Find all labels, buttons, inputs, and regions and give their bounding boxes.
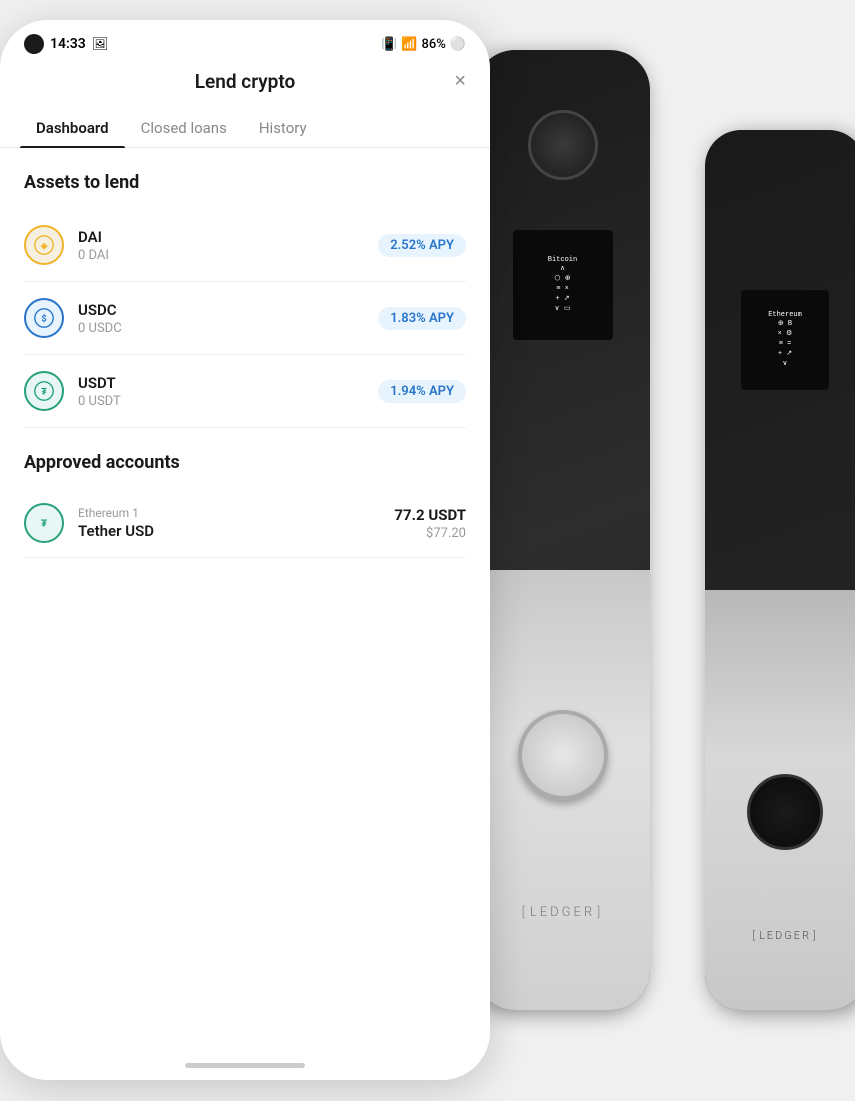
- close-button[interactable]: ×: [454, 70, 466, 93]
- tab-history[interactable]: History: [243, 109, 323, 147]
- svg-text:₮: ₮: [41, 388, 47, 398]
- dai-icon: ◈: [24, 225, 64, 265]
- status-left: 14:33 🖼: [24, 34, 108, 54]
- svg-text:₮: ₮: [41, 519, 48, 530]
- tether-amount: 77.2 USDT $77.20: [394, 506, 466, 541]
- tether-usd-value: $77.20: [394, 526, 466, 541]
- status-right: 📳 📶 86% ⚪: [381, 37, 466, 52]
- ledger-back-button: [747, 774, 823, 850]
- ledger-logo-front: LEDGER: [522, 905, 604, 920]
- ledger-bottom-button: [518, 710, 608, 800]
- usdc-name: USDC: [78, 301, 378, 319]
- tether-usdt-value: 77.2 USDT: [394, 506, 466, 524]
- ledger-back-screen: Ethereum ⊕ B × ⚙ ≡ = + ↗ ∨: [741, 290, 829, 390]
- ledger-logo-back: LEDGER: [752, 929, 817, 942]
- phone-shell: 14:33 🖼 📳 📶 86% ⚪ Lend crypto × Dashboar…: [0, 20, 490, 1080]
- ledger-screen: Bitcoin ∧ ⬡ ⊕ ≡ × + ↗ ∨ ▭: [513, 230, 613, 340]
- camera-dot: [24, 34, 44, 54]
- usdc-info: USDC 0 USDC: [78, 301, 378, 336]
- asset-item-usdt[interactable]: ₮ USDT 0 USDT 1.94% APY: [24, 355, 466, 428]
- battery-icon: ⚪: [450, 37, 466, 52]
- ledger-devices: Bitcoin ∧ ⬡ ⊕ ≡ × + ↗ ∨ ▭ LEDGER Ethe: [455, 50, 855, 1030]
- signal-icon: 📶: [401, 37, 417, 52]
- ledger-back-silver: LEDGER: [705, 590, 855, 1010]
- usdc-balance: 0 USDC: [78, 321, 378, 336]
- home-indicator: [185, 1063, 305, 1068]
- tether-usd-icon: ₮: [24, 503, 64, 543]
- ledger-top-button: [528, 110, 598, 180]
- tab-dashboard[interactable]: Dashboard: [20, 109, 125, 147]
- usdt-icon: ₮: [24, 371, 64, 411]
- status-bar: 14:33 🖼 📳 📶 86% ⚪: [0, 20, 490, 62]
- ledger-silver-bottom: LEDGER: [475, 570, 650, 1010]
- status-time: 14:33: [50, 36, 86, 52]
- assets-section-title: Assets to lend: [24, 172, 466, 193]
- content-area: Assets to lend ◈ DAI 0 DAI 2.52% APY $: [0, 148, 490, 1048]
- dai-info: DAI 0 DAI: [78, 228, 378, 263]
- dai-apy: 2.52% APY: [378, 234, 466, 257]
- dai-name: DAI: [78, 228, 378, 246]
- ledger-device-back: Ethereum ⊕ B × ⚙ ≡ = + ↗ ∨ LEDGER: [705, 130, 855, 1010]
- svg-text:$: $: [41, 314, 46, 325]
- header: Lend crypto ×: [0, 62, 490, 93]
- approved-item-tether[interactable]: ₮ Ethereum 1 Tether USD 77.2 USDT $77.20: [24, 489, 466, 558]
- asset-item-usdc[interactable]: $ USDC 0 USDC 1.83% APY: [24, 282, 466, 355]
- dai-balance: 0 DAI: [78, 248, 378, 263]
- tab-bar: Dashboard Closed loans History: [0, 109, 490, 148]
- usdt-balance: 0 USDT: [78, 394, 378, 409]
- usdc-icon: $: [24, 298, 64, 338]
- tether-name: Tether USD: [78, 522, 394, 540]
- usdc-apy: 1.83% APY: [378, 307, 466, 330]
- photo-icon: 🖼: [92, 37, 109, 52]
- ledger-screen-content: Bitcoin ∧ ⬡ ⊕ ≡ × + ↗ ∨ ▭: [548, 256, 577, 315]
- usdt-apy: 1.94% APY: [378, 380, 466, 403]
- ledger-back-screen-content: Ethereum ⊕ B × ⚙ ≡ = + ↗ ∨: [768, 311, 802, 370]
- svg-text:◈: ◈: [40, 242, 48, 252]
- usdt-name: USDT: [78, 374, 378, 392]
- ledger-device-front: Bitcoin ∧ ⬡ ⊕ ≡ × + ↗ ∨ ▭ LEDGER: [475, 50, 650, 1010]
- asset-item-dai[interactable]: ◈ DAI 0 DAI 2.52% APY: [24, 209, 466, 282]
- page-title: Lend crypto: [195, 70, 295, 93]
- tether-account-label: Ethereum 1: [78, 506, 394, 520]
- tab-closed-loans[interactable]: Closed loans: [125, 109, 243, 147]
- tether-info: Ethereum 1 Tether USD: [78, 506, 394, 540]
- vibrate-icon: 📳: [381, 37, 397, 52]
- usdt-info: USDT 0 USDT: [78, 374, 378, 409]
- battery-level: 86%: [421, 37, 445, 52]
- approved-section: Approved accounts ₮ Ethereum 1 Tether US…: [24, 452, 466, 558]
- approved-section-title: Approved accounts: [24, 452, 466, 473]
